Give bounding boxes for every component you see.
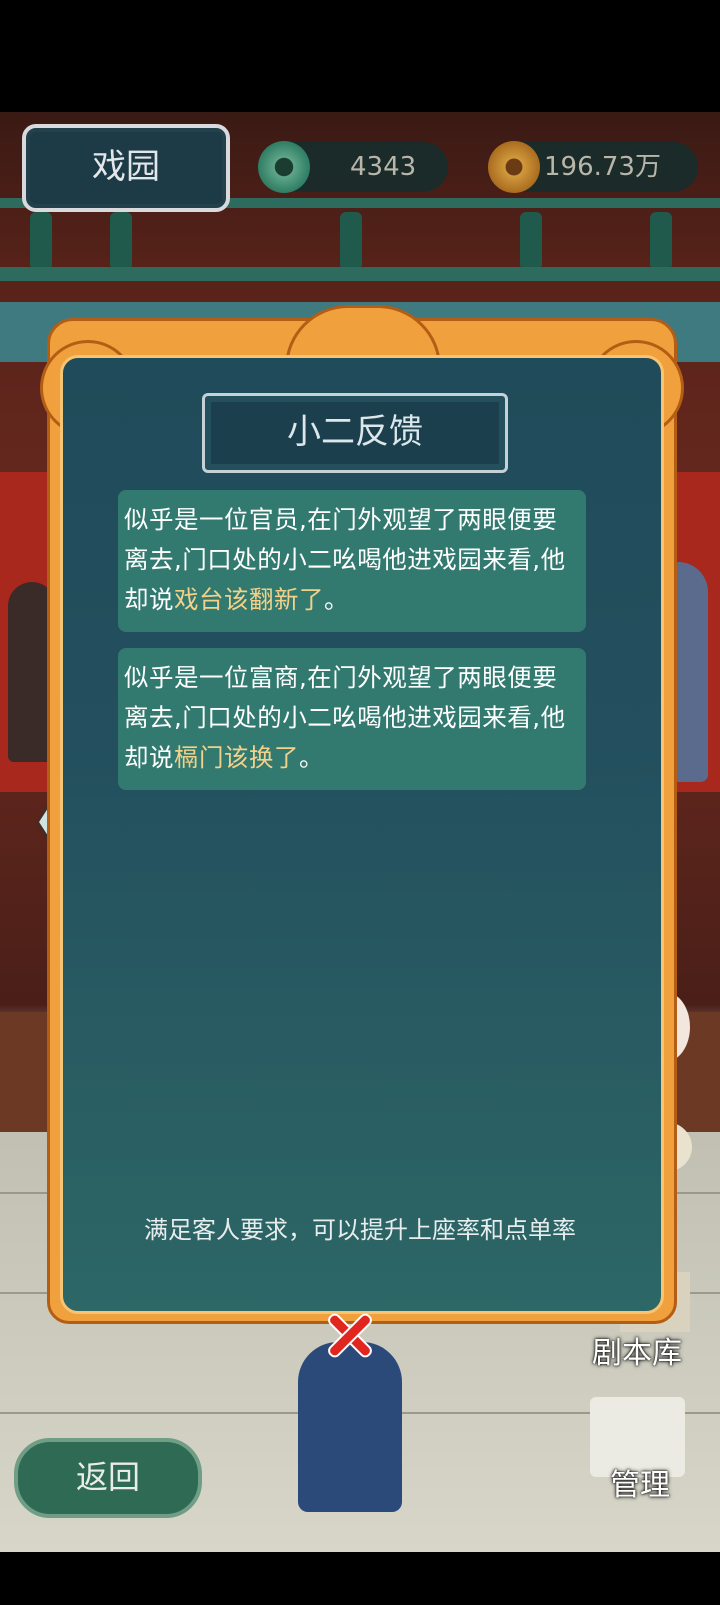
copper-currency: 196.73万 [488,141,698,193]
back-button-label: 返回 [75,1458,140,1496]
location-title-plaque: 戏园 [22,124,230,212]
baluster [650,212,672,267]
baluster [340,212,362,267]
location-title: 戏园 [92,147,160,187]
manager-character [298,1342,402,1512]
jade-currency: 4343 [258,141,448,193]
dialog-hint: 满足客人要求，可以提升上座率和点单率 [144,1216,576,1244]
feedback-card: 似乎是一位官员,在门外观望了两眼便要离去,门口处的小二吆喝他进戏园来看,他却说戏… [118,490,586,632]
scripts-library-button[interactable]: 剧本库 [582,1328,692,1372]
scripts-library-label: 剧本库 [592,1336,682,1371]
manage-label: 管理 [610,1468,670,1503]
feedback-list[interactable]: 似乎是一位官员,在门外观望了两眼便要离去,门口处的小二吆喝他进戏园来看,他却说戏… [118,490,586,806]
jade-coin-icon [258,141,310,193]
baluster [520,212,542,267]
copper-coin-icon [488,141,540,193]
feedback-suffix: 。 [324,585,349,614]
balcony-rail-lower [0,267,720,281]
feedback-highlight: 戏台该翻新了 [174,585,324,614]
baluster [110,212,132,267]
manage-button[interactable]: 管理 [595,1460,685,1504]
feedback-highlight: 槅门该换了 [174,743,299,772]
back-button[interactable]: 返回 [14,1438,202,1518]
feedback-card: 似乎是一位富商,在门外观望了两眼便要离去,门口处的小二吆喝他进戏园来看,他却说槅… [118,648,586,790]
feedback-suffix: 。 [299,743,324,772]
copper-currency-value: 196.73万 [544,152,661,182]
jade-currency-value: 4343 [350,152,417,182]
baluster [30,212,52,267]
close-button[interactable] [320,1305,380,1365]
dialog-title-box: 小二反馈 [202,393,508,473]
dialog-title: 小二反馈 [287,412,423,452]
